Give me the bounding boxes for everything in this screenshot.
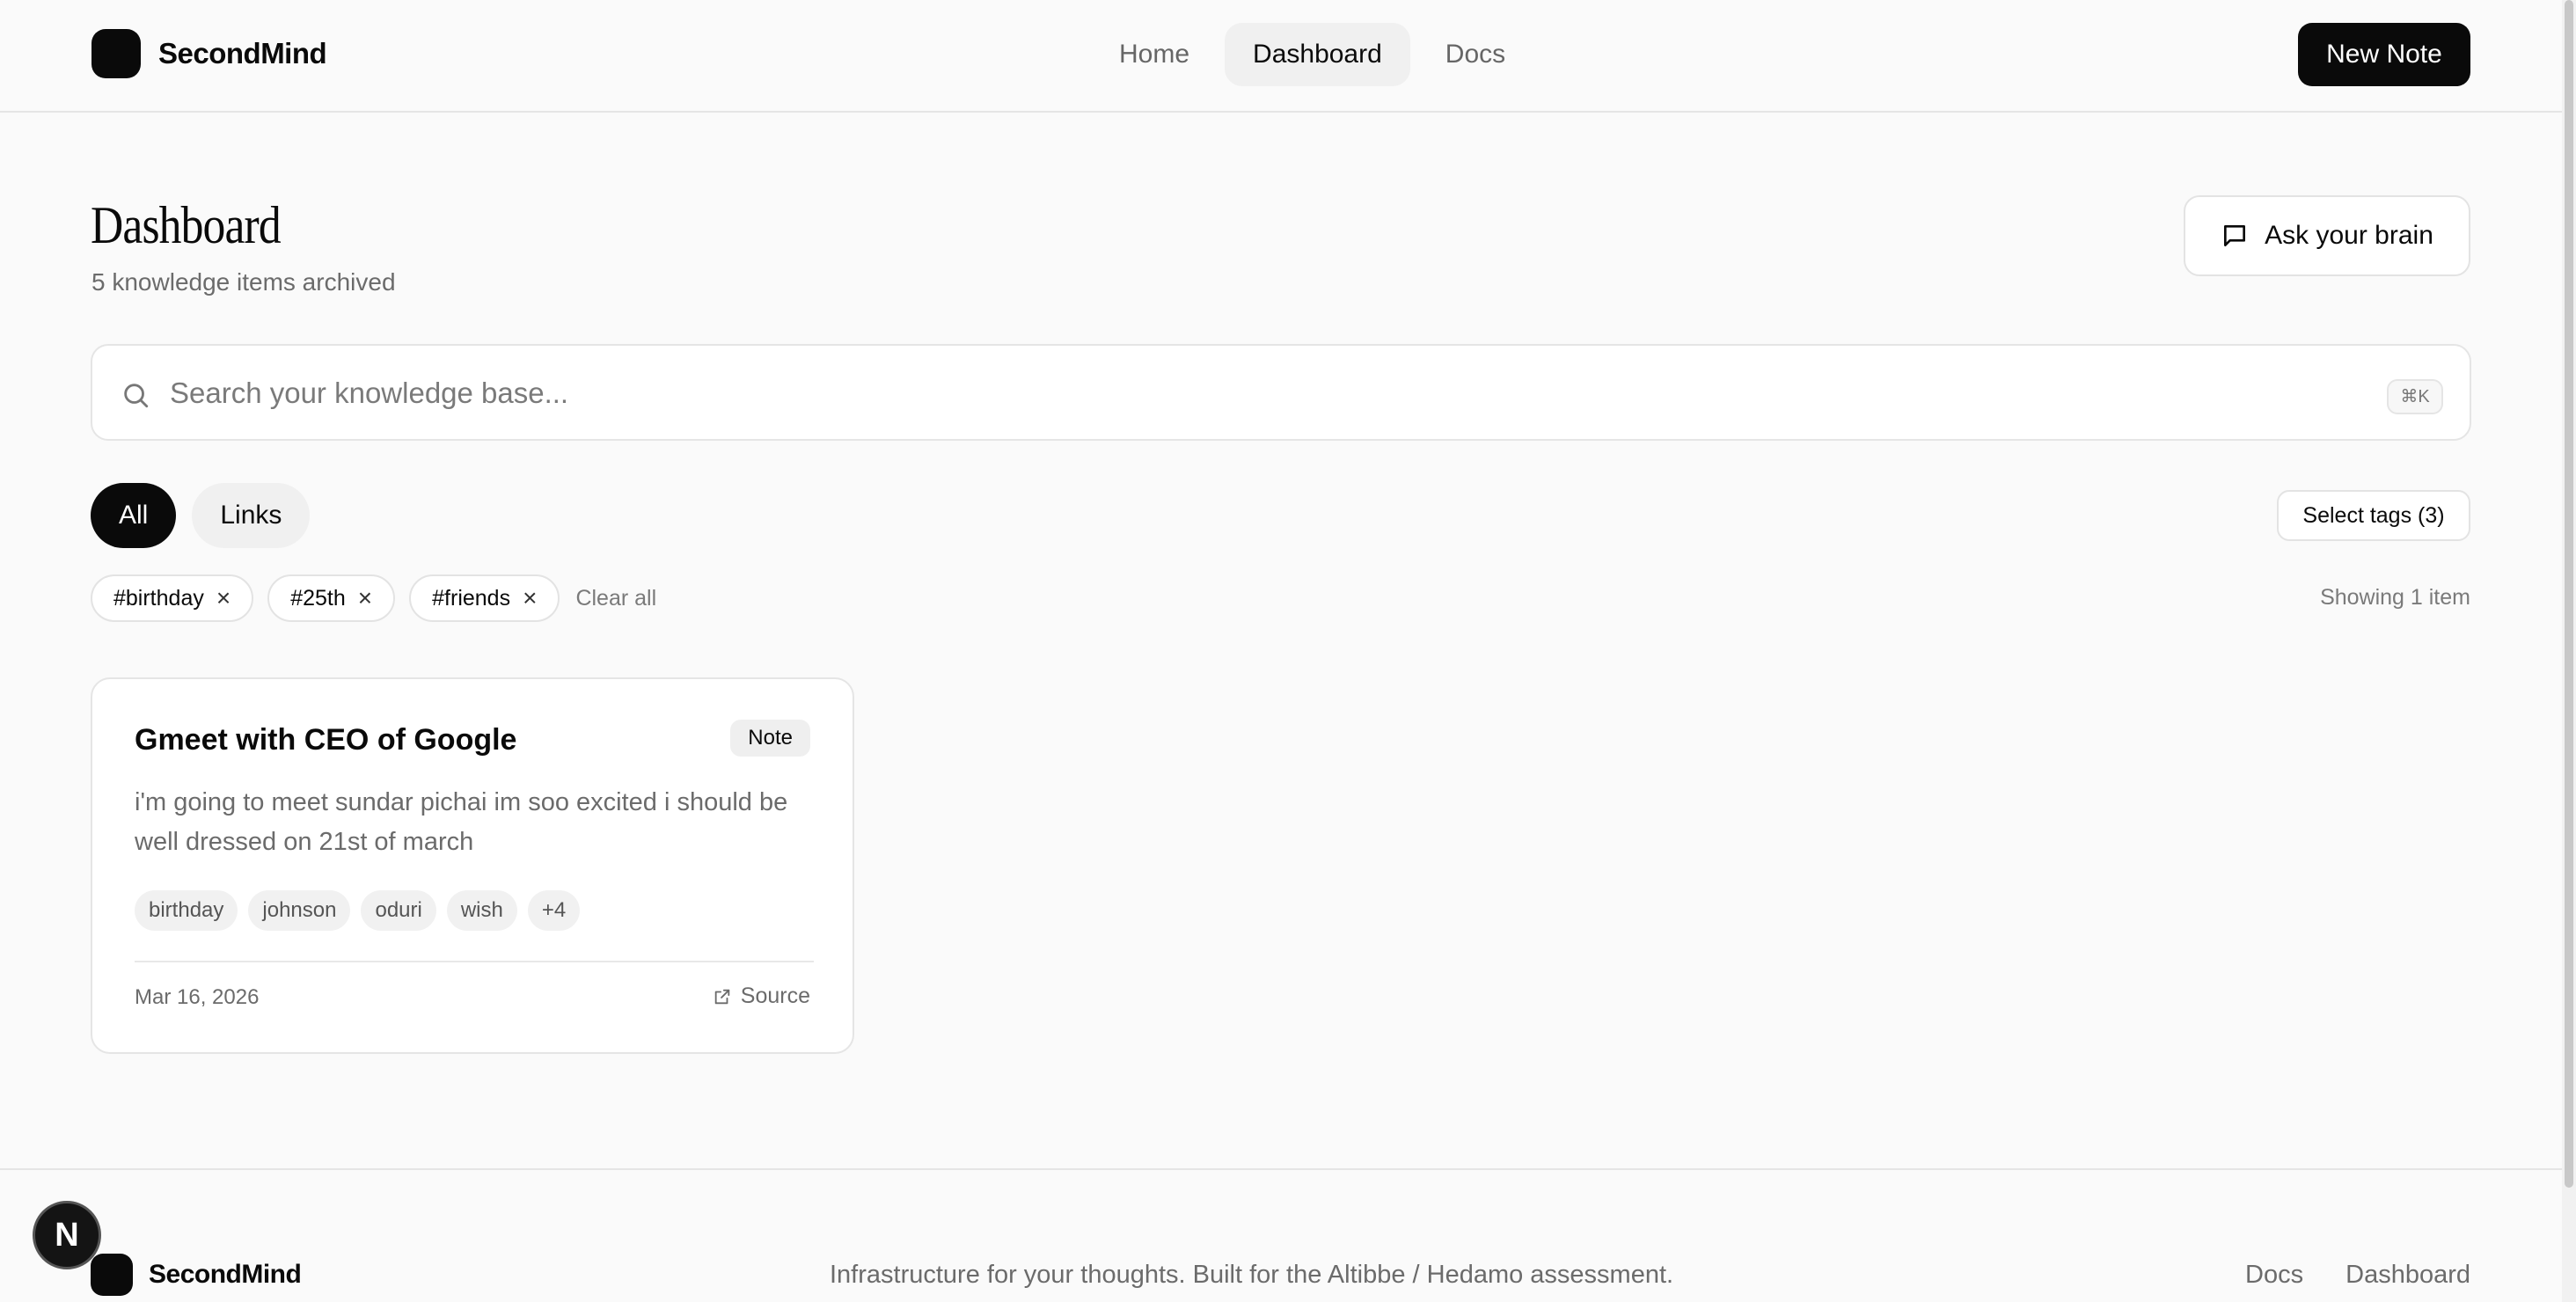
selected-tag-chips: #birthday × #25th × #friends × Clear all [91,574,656,622]
tag-chip-label: #friends [432,585,511,611]
dev-tools-indicator[interactable]: N [33,1201,101,1269]
card-source-link[interactable]: Source [713,984,810,1009]
card-title: Gmeet with CEO of Google [135,723,517,757]
close-icon[interactable]: × [358,586,372,611]
clear-all-link[interactable]: Clear all [575,586,656,611]
search-input[interactable] [170,363,2352,423]
footer-link-docs[interactable]: Docs [2245,1261,2303,1290]
card-tag-list: birthday johnson oduri wish +4 [135,890,581,931]
nav-dashboard[interactable]: Dashboard [1225,23,1410,86]
nav-docs[interactable]: Docs [1417,23,1533,86]
page-scrollbar[interactable] [2562,0,2576,1302]
nav-home[interactable]: Home [1091,23,1218,86]
result-count: Showing 1 item [2320,585,2470,610]
card-divider [135,961,814,962]
scrollbar-thumb[interactable] [2565,0,2573,1188]
filter-links-button[interactable]: Links [192,483,311,548]
page-title: Dashboard [91,196,282,254]
footer-link-dashboard[interactable]: Dashboard [2345,1261,2470,1290]
card-tag: johnson [248,890,351,931]
top-nav-bar: SecondMind Home Dashboard Docs New Note [0,0,2562,113]
card-date: Mar 16, 2026 [135,985,260,1009]
card-tag: wish [446,890,517,931]
ask-your-brain-button[interactable]: Ask your brain [2184,195,2470,276]
chat-bubble-icon [2224,224,2246,246]
external-link-icon [714,989,730,1004]
footer-tagline: Infrastructure for your thoughts. Built … [830,1261,1674,1289]
keyboard-shortcut-hint: ⌘K [2387,379,2443,414]
footer-links: Docs Dashboard [2245,1261,2470,1290]
brand-mark-icon [91,29,141,78]
footer-divider [0,1168,2562,1170]
tag-chip: #birthday × [91,574,254,622]
knowledge-card[interactable]: Gmeet with CEO of Google Note i'm going … [91,677,854,1054]
card-tag-more: +4 [527,890,581,931]
tag-chip: #friends × [409,574,560,622]
ask-your-brain-label: Ask your brain [2265,221,2433,250]
brand-logo[interactable]: SecondMind [91,29,327,78]
brand-name: SecondMind [158,37,327,69]
new-note-button[interactable]: New Note [2298,23,2470,86]
card-tag: oduri [361,890,436,931]
footer-brand-mark-icon [91,1254,133,1296]
card-source-label: Source [740,984,810,1008]
filter-all-button[interactable]: All [91,483,177,548]
card-body: i'm going to meet sundar pichai im soo e… [135,788,788,856]
search-bar: ⌘K [91,344,2471,441]
close-icon[interactable]: × [216,586,231,611]
tag-chip-label: #birthday [113,585,204,611]
search-icon [124,384,149,408]
close-icon[interactable]: × [523,586,537,611]
page-subtitle: 5 knowledge items archived [91,268,396,296]
tag-chip-label: #25th [290,585,346,611]
card-tag: birthday [135,890,238,931]
type-filter-group: All Links [91,483,311,548]
footer-brand-name: SecondMind [149,1260,302,1289]
main-nav: Home Dashboard Docs [1091,23,1533,86]
card-type-badge: Note [730,720,810,757]
footer-brand[interactable]: SecondMind [91,1254,302,1296]
select-tags-button[interactable]: Select tags (3) [2277,490,2470,541]
tag-chip: #25th × [267,574,396,622]
